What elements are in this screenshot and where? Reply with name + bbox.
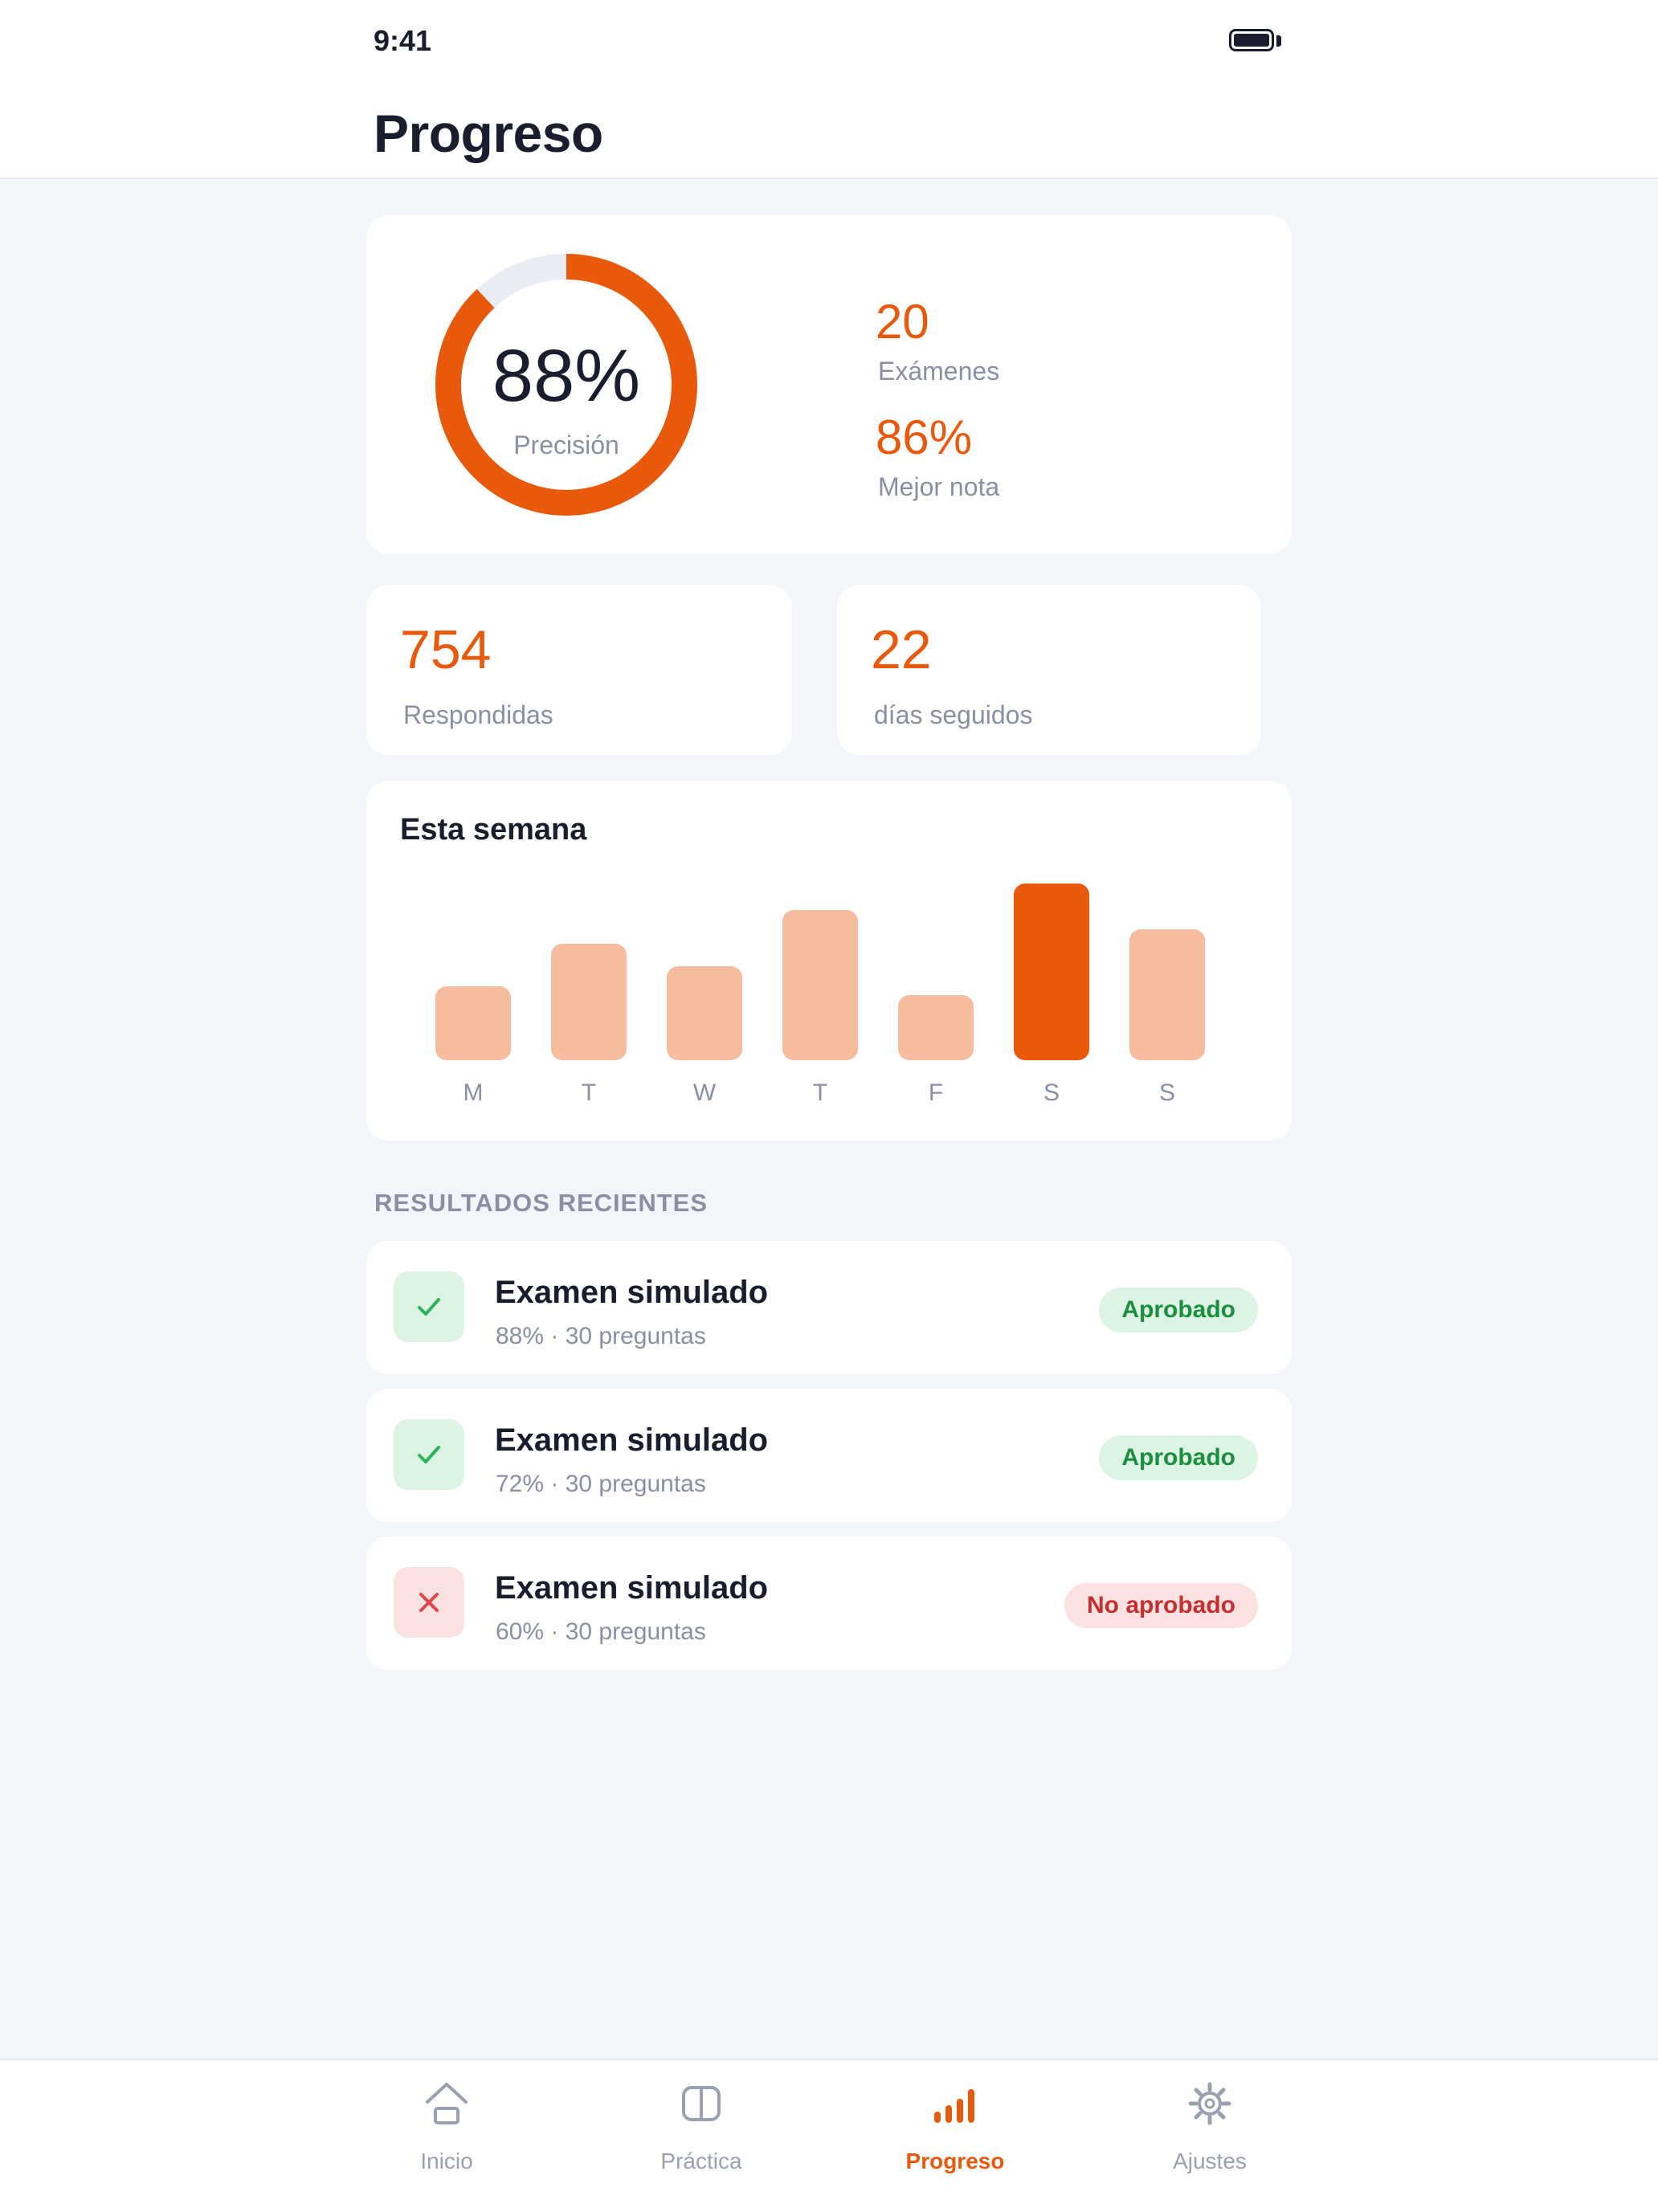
bar-3 [782, 910, 858, 1060]
answered-count: 754 [400, 619, 492, 680]
exams-count: 20 [876, 295, 929, 349]
status-time: 9:41 [374, 24, 432, 57]
bar-5 [1014, 884, 1089, 1060]
recent-results-heading: RESULTADOS RECIENTES [374, 1189, 708, 1217]
best-score: 86% [876, 410, 973, 464]
cross-icon [394, 1567, 464, 1638]
answered-label: Respondidas [403, 700, 553, 729]
tab-inicio[interactable]: Inicio [350, 2060, 543, 2212]
result-subtitle: 60% · 30 preguntas [496, 1618, 706, 1645]
status-badge: Aprobado [1099, 1435, 1258, 1480]
battery-tip [1276, 35, 1281, 47]
status-badge: Aprobado [1099, 1288, 1258, 1333]
streak-label: días seguidos [874, 700, 1033, 729]
page-title: Progreso [374, 104, 603, 163]
bar-2 [667, 966, 742, 1060]
result-subtitle: 72% · 30 preguntas [496, 1471, 706, 1497]
day-label: F [928, 1079, 944, 1106]
result-title: Examen simulado [495, 1275, 769, 1310]
check-icon [394, 1271, 464, 1342]
answered-card: 754 Respondidas [366, 585, 792, 755]
exams-label: Exámenes [878, 357, 1000, 386]
streak-card: 22 días seguidos [837, 585, 1261, 755]
bar-chart-icon [934, 2089, 974, 2123]
top-bar: 9:41 Progreso [0, 0, 1658, 179]
result-item[interactable]: Examen simulado 60% · 30 preguntas No ap… [366, 1537, 1292, 1670]
tab-progreso[interactable]: Progreso [859, 2060, 1052, 2212]
book-icon [682, 2086, 721, 2121]
result-item[interactable]: Examen simulado 88% · 30 preguntas Aprob… [366, 1241, 1292, 1374]
best-score-label: Mejor nota [878, 472, 1000, 501]
battery-icon [1229, 29, 1274, 51]
day-label: S [1158, 1079, 1175, 1106]
tab-bar: Inicio Práctica Progreso Ajustes [0, 2059, 1658, 2212]
home-icon [426, 2083, 468, 2124]
status-badge: No aprobado [1064, 1583, 1258, 1628]
accuracy-value: 88% [492, 335, 641, 417]
gear-icon [1188, 2082, 1231, 2125]
day-label: W [692, 1079, 717, 1106]
streak-count: 22 [871, 619, 932, 680]
result-title: Examen simulado [495, 1570, 769, 1606]
tab-label: Progreso [905, 2149, 1005, 2173]
check-icon [394, 1419, 464, 1490]
day-label: T [812, 1079, 828, 1106]
bar-0 [435, 986, 511, 1060]
day-label: M [463, 1079, 484, 1106]
result-item[interactable]: Examen simulado 72% · 30 preguntas Aprob… [366, 1389, 1292, 1522]
tab-practica[interactable]: Práctica [605, 2060, 798, 2212]
day-label: T [581, 1079, 597, 1106]
accuracy-card: 88% Precisión 20 Exámenes 86% Mejor nota [366, 215, 1292, 554]
weekly-title: Esta semana [400, 813, 587, 847]
bar-6 [1129, 929, 1205, 1060]
result-subtitle: 88% · 30 preguntas [496, 1323, 706, 1349]
tab-label: Ajustes [1173, 2149, 1247, 2173]
result-title: Examen simulado [495, 1422, 769, 1458]
bar-4 [898, 995, 974, 1060]
tab-label: Práctica [660, 2149, 742, 2173]
bar-1 [551, 944, 627, 1060]
tab-ajustes[interactable]: Ajustes [1113, 2060, 1306, 2212]
accuracy-label: Precisión [513, 431, 619, 459]
weekly-activity-card: Esta semana M T W T F S S [366, 781, 1292, 1141]
tab-label: Inicio [420, 2149, 473, 2173]
day-label: S [1043, 1079, 1060, 1106]
